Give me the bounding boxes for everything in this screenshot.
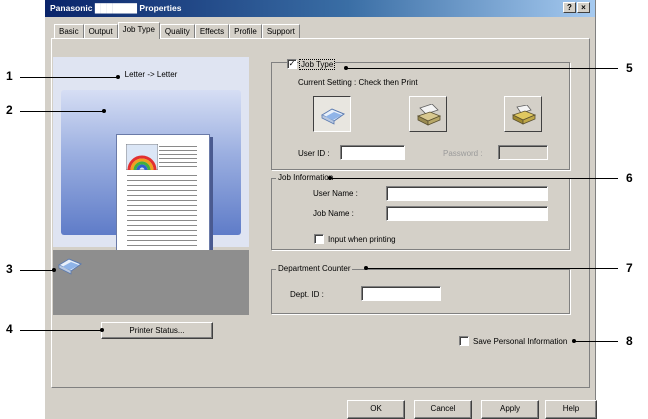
text-line bbox=[159, 146, 197, 147]
text-line bbox=[159, 158, 197, 159]
text-line bbox=[159, 150, 197, 151]
help-title-button[interactable]: ? bbox=[563, 2, 576, 13]
callout-8-line bbox=[574, 341, 618, 342]
job-information-title: Job Information bbox=[276, 173, 336, 182]
job-type-label: Job Type bbox=[299, 59, 336, 70]
password-label: Password : bbox=[443, 149, 483, 158]
callout-1: 1 bbox=[6, 69, 13, 83]
check-then-print-icon bbox=[57, 258, 83, 275]
text-line bbox=[127, 200, 197, 201]
user-id-label: User ID : bbox=[298, 149, 330, 158]
text-line bbox=[127, 210, 197, 211]
text-line bbox=[159, 166, 197, 167]
callout-2-dot bbox=[102, 109, 106, 113]
user-name-label: User Name : bbox=[313, 189, 358, 198]
text-line bbox=[127, 175, 197, 176]
tab-quality[interactable]: Quality bbox=[159, 24, 195, 38]
tab-support[interactable]: Support bbox=[261, 24, 300, 38]
paper-sheet bbox=[116, 134, 210, 260]
properties-dialog: Panasonic ███████ Properties ? × Basic O… bbox=[44, 0, 597, 419]
callout-2-line bbox=[20, 111, 104, 112]
callout-6-line bbox=[330, 178, 618, 179]
save-personal-information-checkbox[interactable] bbox=[459, 336, 469, 346]
job-type-preview-area bbox=[53, 250, 249, 315]
callout-3-line bbox=[20, 270, 54, 271]
preview-top-area: Letter -> Letter bbox=[53, 57, 249, 260]
text-line bbox=[127, 235, 197, 236]
tab-effects[interactable]: Effects bbox=[194, 24, 230, 38]
store-print-button[interactable] bbox=[504, 96, 542, 132]
text-line bbox=[127, 190, 197, 191]
text-line bbox=[127, 225, 197, 226]
callout-4-dot bbox=[100, 328, 104, 332]
text-line bbox=[127, 220, 197, 221]
user-name-field[interactable] bbox=[386, 186, 548, 201]
job-name-field[interactable] bbox=[386, 206, 548, 221]
callout-5-line bbox=[346, 68, 618, 69]
text-line bbox=[127, 185, 197, 186]
user-id-field[interactable] bbox=[340, 145, 405, 160]
callout-4: 4 bbox=[6, 322, 13, 336]
callout-2: 2 bbox=[6, 103, 13, 117]
tab-basic[interactable]: Basic bbox=[54, 24, 84, 38]
cancel-button[interactable]: Cancel bbox=[414, 400, 472, 419]
help-button[interactable]: Help bbox=[545, 400, 597, 419]
title-bar: Panasonic ███████ Properties ? × bbox=[45, 0, 595, 17]
rainbow-image-icon bbox=[126, 144, 158, 170]
dept-id-label: Dept. ID : bbox=[290, 290, 324, 299]
input-when-printing-label: Input when printing bbox=[328, 235, 396, 244]
printer-icon bbox=[511, 105, 537, 125]
check-then-print-icon bbox=[320, 108, 346, 125]
print-preview: Letter -> Letter bbox=[53, 57, 249, 315]
current-setting-text: Current Setting : Check then Print bbox=[298, 78, 418, 87]
dept-id-field[interactable] bbox=[361, 286, 441, 301]
callout-4-line bbox=[20, 330, 102, 331]
job-type-checkbox[interactable]: ✓ bbox=[287, 59, 297, 69]
callout-3: 3 bbox=[6, 262, 13, 276]
tab-profile[interactable]: Profile bbox=[229, 24, 262, 38]
callout-7-line bbox=[366, 268, 618, 269]
job-name-label: Job Name : bbox=[313, 209, 354, 218]
text-line bbox=[127, 195, 197, 196]
text-line bbox=[127, 230, 197, 231]
save-personal-information-label: Save Personal Information bbox=[473, 337, 568, 346]
callout-6: 6 bbox=[626, 171, 633, 185]
password-field[interactable] bbox=[498, 145, 548, 160]
callout-7: 7 bbox=[626, 261, 633, 275]
window-title: Panasonic ███████ Properties bbox=[50, 3, 182, 13]
callout-1-dot bbox=[116, 75, 120, 79]
secure-print-button[interactable] bbox=[409, 96, 447, 132]
text-line bbox=[159, 162, 197, 163]
close-title-button[interactable]: × bbox=[577, 2, 590, 13]
tab-strip: Basic Output Job Type Quality Effects Pr… bbox=[54, 22, 300, 39]
apply-button[interactable]: Apply bbox=[481, 400, 539, 419]
tab-output[interactable]: Output bbox=[83, 24, 118, 38]
text-line bbox=[127, 180, 197, 181]
text-line bbox=[159, 154, 197, 155]
text-line bbox=[127, 215, 197, 216]
ok-button[interactable]: OK bbox=[347, 400, 405, 419]
printer-status-button[interactable]: Printer Status... bbox=[101, 322, 213, 339]
input-when-printing-checkbox[interactable] bbox=[314, 234, 324, 244]
text-line bbox=[127, 245, 197, 246]
text-line bbox=[127, 205, 197, 206]
callout-1-line bbox=[20, 77, 118, 78]
department-counter-title: Department Counter bbox=[276, 264, 353, 273]
text-line bbox=[127, 240, 197, 241]
check-then-print-button[interactable] bbox=[313, 96, 351, 132]
callout-8: 8 bbox=[626, 334, 633, 348]
callout-3-dot bbox=[52, 268, 56, 272]
tab-job-type[interactable]: Job Type bbox=[117, 22, 160, 39]
callout-5: 5 bbox=[626, 61, 633, 75]
printer-icon bbox=[416, 104, 442, 126]
